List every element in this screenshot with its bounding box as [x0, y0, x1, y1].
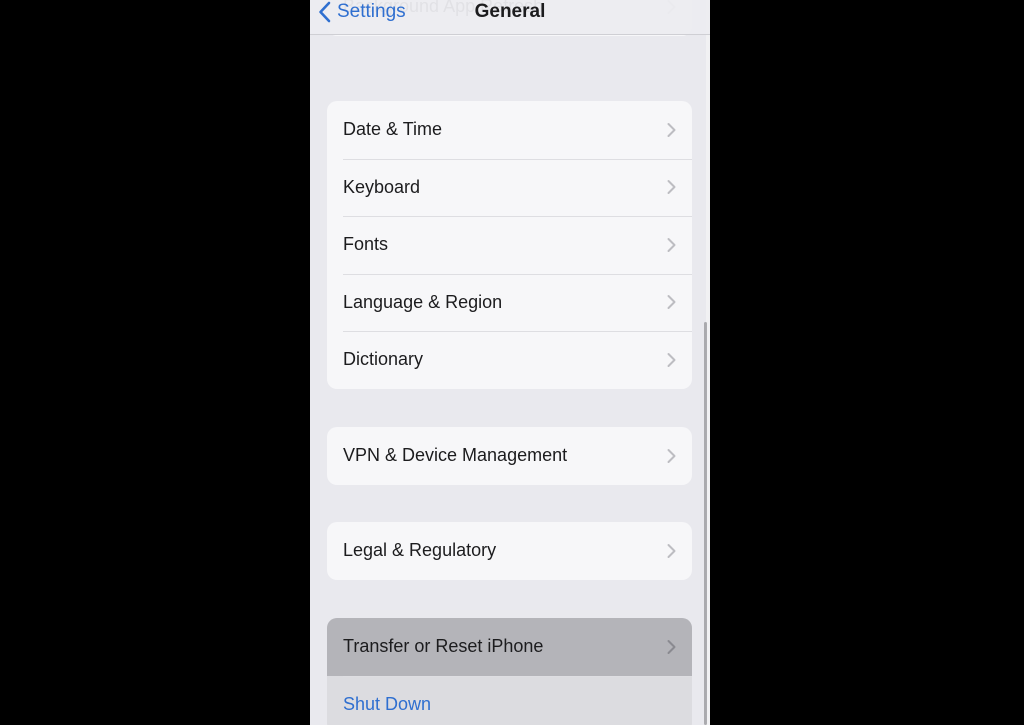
row-label: VPN & Device Management: [343, 445, 568, 466]
chevron-right-icon: [667, 237, 676, 252]
row-language-region[interactable]: Language & Region: [327, 273, 692, 332]
row-dictionary[interactable]: Dictionary: [327, 331, 692, 389]
row-label: Transfer or Reset iPhone: [343, 636, 544, 657]
group-reset: Transfer or Reset iPhone Shut Down: [327, 618, 692, 725]
chevron-right-icon: [667, 543, 676, 558]
chevron-right-icon: [667, 639, 676, 654]
chevron-right-icon: [667, 122, 676, 137]
row-date-time[interactable]: Date & Time: [327, 101, 692, 159]
chevron-right-icon: [667, 352, 676, 367]
group-locale: Date & Time Keyboard Fonts Language & Re…: [327, 101, 692, 389]
row-label: Fonts: [343, 234, 389, 255]
iphone-screen: Background App Refresh Date & Time Keybo…: [310, 0, 710, 725]
navigation-bar: Settings General: [310, 0, 710, 35]
back-button[interactable]: Settings: [318, 0, 406, 24]
scrollbar[interactable]: [704, 322, 707, 725]
row-label: Language & Region: [343, 291, 503, 312]
chevron-right-icon: [667, 448, 676, 463]
row-label: Date & Time: [343, 119, 443, 140]
group-vpn: VPN & Device Management: [327, 427, 692, 485]
row-fonts[interactable]: Fonts: [327, 216, 692, 274]
chevron-right-icon: [667, 180, 676, 195]
row-label: Shut Down: [343, 693, 432, 714]
row-label: Legal & Regulatory: [343, 540, 497, 561]
row-transfer-reset-iphone[interactable]: Transfer or Reset iPhone: [327, 618, 692, 676]
row-shut-down[interactable]: Shut Down: [327, 675, 692, 725]
row-keyboard[interactable]: Keyboard: [327, 158, 692, 217]
chevron-right-icon: [667, 295, 676, 310]
row-label: Dictionary: [343, 349, 424, 370]
chevron-left-icon: [319, 1, 331, 23]
row-legal-regulatory[interactable]: Legal & Regulatory: [327, 522, 692, 580]
group-legal: Legal & Regulatory: [327, 522, 692, 580]
back-label: Settings: [337, 1, 406, 22]
row-vpn-device-management[interactable]: VPN & Device Management: [327, 427, 692, 485]
row-label: Keyboard: [343, 176, 421, 197]
